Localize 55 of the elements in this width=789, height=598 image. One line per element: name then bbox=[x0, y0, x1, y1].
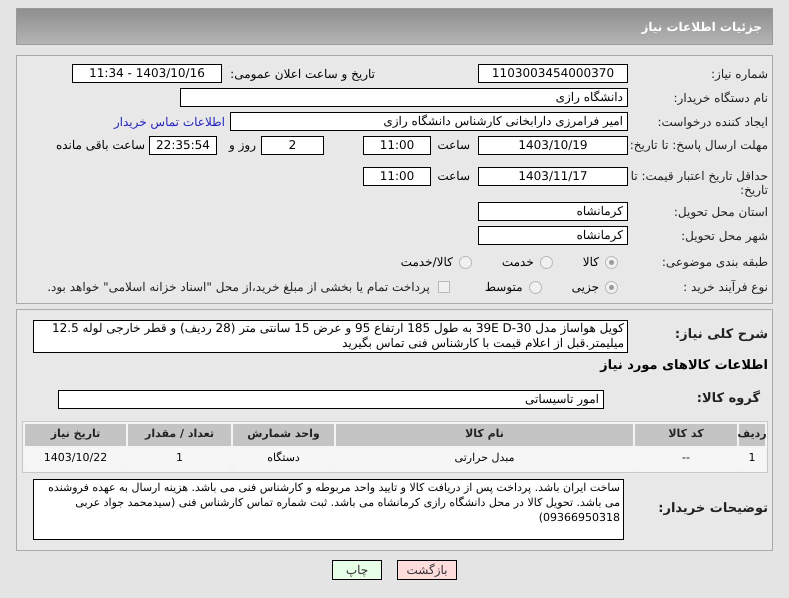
announce-date-field: 1403/10/16 - 11:34 bbox=[72, 64, 222, 83]
description-box: کویل هواساز مدل 30-39E D به طول 185 ارتفاع 95 و عرض 15 سانتی متر (28 ردیف) و قطر خارجی لوله 12.5 میلیمتر.قبل از اعلام قیمت با کارشناس فنی تماس بگیرید bbox=[33, 320, 628, 353]
column-header: تاریخ نیاز bbox=[25, 424, 126, 446]
deadline-date-field: 1403/10/19 bbox=[478, 136, 628, 155]
radio-label: کالا/خدمت bbox=[400, 254, 453, 271]
field-label: طبقه بندی موضوعی: bbox=[660, 255, 768, 269]
checkbox-label: پرداخت تمام یا بخشی از مبلغ خرید،از محل "اسناد خزانه اسلامی" خواهد بود. bbox=[47, 279, 430, 296]
contact-link[interactable]: اطلاعات تماس خریدار bbox=[114, 112, 225, 130]
radio-label: خدمت bbox=[502, 254, 534, 271]
radio-label: جزیی bbox=[572, 279, 599, 296]
field-label: شرح کلی نیاز: bbox=[674, 326, 768, 342]
back-button[interactable]: بازگشت bbox=[397, 560, 457, 580]
city-field: کرمانشاه bbox=[478, 226, 628, 245]
field-label: استان محل تحویل: bbox=[672, 204, 768, 218]
need-number-field: 1103003454000370 bbox=[478, 64, 628, 83]
column-header: ردیف bbox=[739, 424, 765, 446]
validity-date-field: 1403/11/17 bbox=[478, 167, 628, 186]
field-label: روز و bbox=[228, 137, 256, 154]
radio-button[interactable] bbox=[540, 256, 553, 268]
column-header: واحد شمارش bbox=[233, 424, 334, 446]
print-button[interactable]: چاپ bbox=[332, 560, 382, 580]
field-label: توضیحات خریدار: bbox=[657, 502, 768, 516]
field-label: مهلت ارسال پاسخ: تا تاریخ: bbox=[628, 137, 768, 152]
province-field: کرمانشاه bbox=[478, 202, 628, 221]
field-label: ایجاد کننده درخواست: bbox=[656, 114, 768, 128]
deadline-time-field: 11:00 bbox=[363, 136, 431, 155]
buyer-org-field: دانشگاه رازی bbox=[180, 88, 628, 107]
days-field: 2 bbox=[261, 136, 324, 155]
remaining-time-field: 22:35:54 bbox=[149, 136, 217, 155]
requester-field: امیر فرامرزی دارابخانی کارشناس دانشگاه رازی bbox=[230, 112, 628, 131]
validity-time-field: 11:00 bbox=[363, 167, 431, 186]
column-header: کد کالا bbox=[635, 424, 737, 446]
field-label: ساعت باقی مانده bbox=[56, 137, 145, 154]
field-label: ساعت bbox=[436, 137, 470, 154]
column-header: تعداد / مقدار bbox=[128, 424, 231, 446]
field-label: گروه کالا: bbox=[696, 392, 760, 406]
field-label: نوع فرآیند خرید : bbox=[682, 280, 768, 294]
radio-button[interactable] bbox=[528, 280, 542, 294]
radio-button[interactable] bbox=[605, 256, 618, 268]
radio-button[interactable] bbox=[458, 256, 472, 268]
radio-label: کالا bbox=[582, 254, 599, 271]
section-title: اطلاعات کالاهای مورد نیاز bbox=[600, 357, 768, 375]
page-title: جزئیات اطلاعات نیاز bbox=[641, 18, 762, 36]
checkbox[interactable] bbox=[438, 281, 450, 293]
goods-group-field: امور تاسیساتی bbox=[58, 390, 604, 408]
field-label: شهر محل تحویل: bbox=[680, 228, 768, 242]
radio-button[interactable] bbox=[605, 280, 618, 294]
radio-label: متوسط bbox=[484, 279, 523, 296]
field-label: نام دستگاه خریدار: bbox=[672, 90, 768, 104]
field-label: شماره نیاز: bbox=[710, 66, 768, 80]
column-header: نام کالا bbox=[336, 424, 633, 446]
field-label: حداقل تاریخ اعتبار قیمت: تا تاریخ: bbox=[630, 168, 768, 197]
buyer-notes-box: ساخت ایران باشد. پرداخت پس از دریافت کالا و تایید واحد مربوطه و کارشناس فنی می باشد. هزینه ارسال به عهده فروشنده می باشد. تحویل کالا در محل دانشگاه رازی کرمانشاه می باشد. ثبت شماره تماس کارشناس فنی (سیدمحمد جواد عربی 09366950318) bbox=[33, 478, 624, 540]
field-label: ساعت bbox=[436, 168, 470, 185]
field-label: تاریخ و ساعت اعلان عمومی: bbox=[229, 66, 375, 82]
